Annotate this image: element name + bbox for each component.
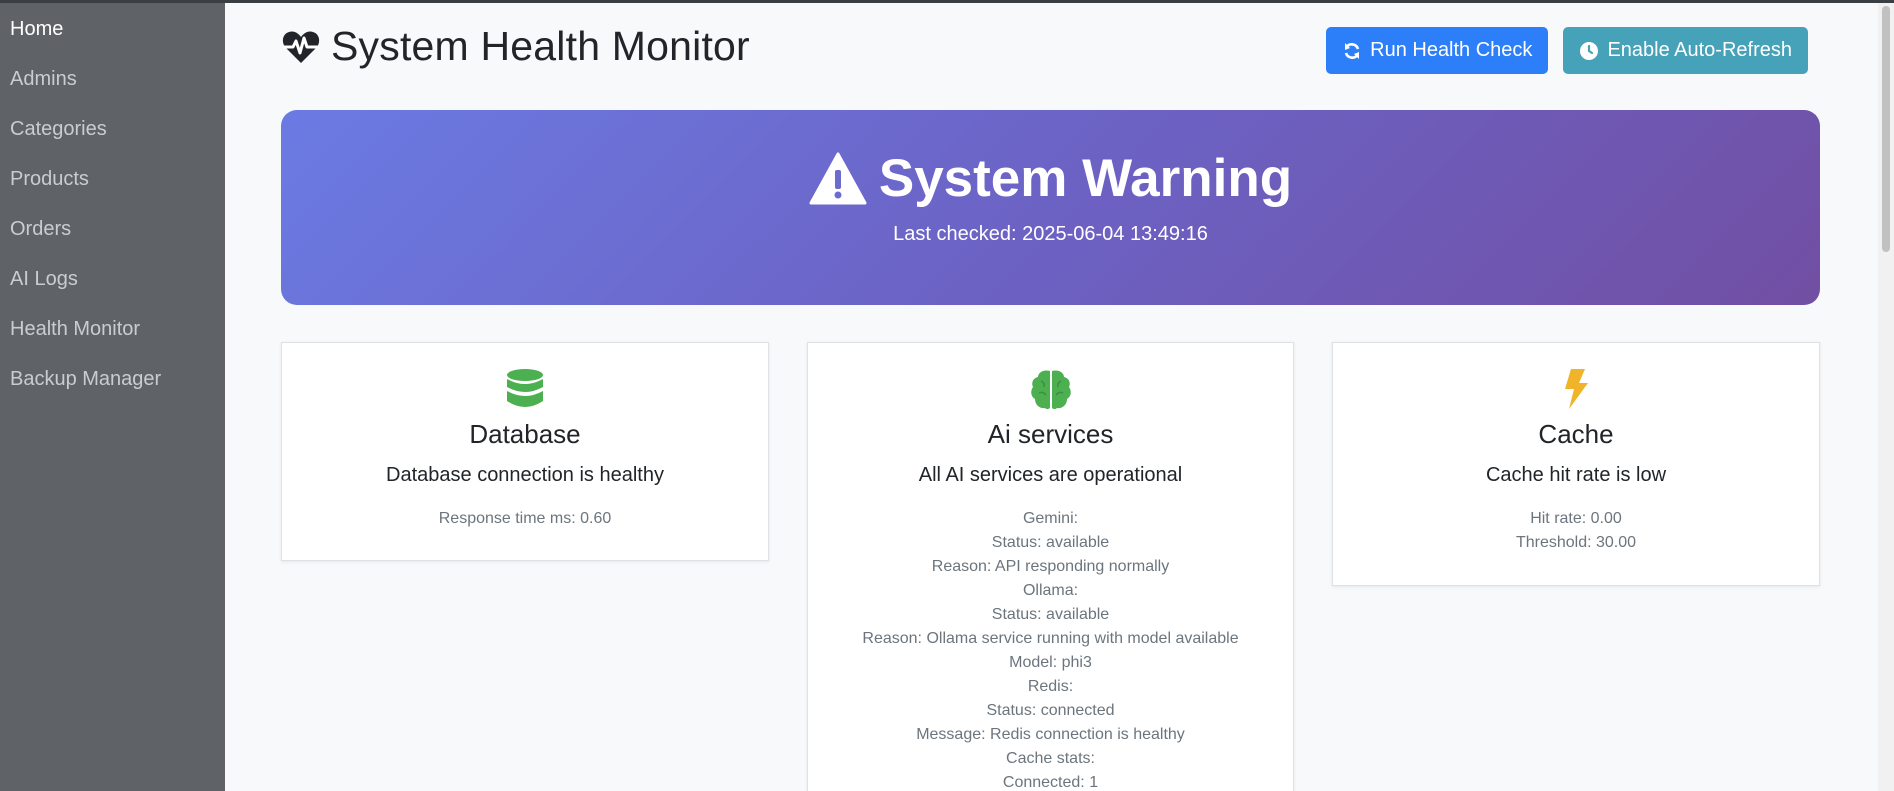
sidebar-item-health-monitor[interactable]: Health Monitor xyxy=(0,314,225,364)
banner-title: System Warning xyxy=(878,149,1293,208)
page-title: System Health Monitor xyxy=(331,23,750,69)
detail-line: Status: connected xyxy=(986,702,1115,719)
detail-line: Message: Redis connection is healthy xyxy=(916,726,1185,743)
detail-line: Ollama: xyxy=(1022,582,1079,599)
sidebar: Home Admins Categories Products Orders A… xyxy=(0,0,225,791)
brain-icon xyxy=(1030,370,1071,410)
detail-line: Status: available xyxy=(991,606,1110,623)
page-scrollbar[interactable] xyxy=(1878,0,1894,791)
sidebar-item-categories[interactable]: Categories xyxy=(0,114,225,164)
database-card: Database Database connection is healthy … xyxy=(281,342,769,561)
cache-card: Cache Cache hit rate is low Hit rate: 0.… xyxy=(1332,342,1820,586)
detail-line: Reason: Ollama service running with mode… xyxy=(862,630,1239,647)
status-banner: System Warning Last checked: 2025-06-04 … xyxy=(281,110,1820,305)
run-health-check-button[interactable]: Run Health Check xyxy=(1326,27,1549,74)
database-card-details: Response time ms: 0.60 xyxy=(282,507,768,531)
ai-services-card-details: Gemini: Status: available Reason: API re… xyxy=(808,507,1293,791)
page-header: System Health Monitor xyxy=(281,23,750,70)
enable-auto-refresh-button[interactable]: Enable Auto-Refresh xyxy=(1563,27,1808,74)
clock-icon xyxy=(1580,41,1599,60)
sidebar-item-ai-logs[interactable]: AI Logs xyxy=(0,264,225,314)
last-checked-text: Last checked: 2025-06-04 13:49:16 xyxy=(893,223,1208,245)
main-content: System Health Monitor Run Health Check E… xyxy=(225,3,1878,791)
detail-line: Hit rate: 0.00 xyxy=(1530,510,1622,527)
detail-line: Model: phi3 xyxy=(1009,654,1092,671)
detail-line: Connected: 1 xyxy=(1002,774,1099,791)
ai-services-card-title: Ai services xyxy=(987,419,1114,449)
detail-line: Redis: xyxy=(1027,678,1074,695)
enable-auto-refresh-label: Enable Auto-Refresh xyxy=(1607,39,1792,61)
ai-services-card: Ai services All AI services are operatio… xyxy=(807,342,1294,791)
ai-services-card-message: All AI services are operational xyxy=(918,464,1183,486)
detail-line: Response time ms: 0.60 xyxy=(438,510,612,527)
detail-line: Status: available xyxy=(991,534,1110,551)
cache-card-details: Hit rate: 0.00 Threshold: 30.00 xyxy=(1333,507,1819,555)
run-health-check-label: Run Health Check xyxy=(1370,39,1533,61)
refresh-icon xyxy=(1344,42,1360,59)
bolt-icon xyxy=(1565,369,1588,409)
header-actions: Run Health Check Enable Auto-Refresh xyxy=(1326,27,1808,74)
warning-triangle-icon xyxy=(809,152,867,204)
database-card-message: Database connection is healthy xyxy=(386,464,664,486)
cache-card-title: Cache xyxy=(1538,419,1614,449)
heartbeat-icon xyxy=(282,31,320,63)
sidebar-item-products[interactable]: Products xyxy=(0,164,225,214)
sidebar-item-home[interactable]: Home xyxy=(0,14,225,64)
detail-line: Gemini: xyxy=(1022,510,1079,527)
sidebar-item-backup-manager[interactable]: Backup Manager xyxy=(0,364,225,414)
top-border xyxy=(0,0,1894,3)
sidebar-item-orders[interactable]: Orders xyxy=(0,214,225,264)
detail-line: Threshold: 30.00 xyxy=(1515,534,1637,551)
detail-line: Cache stats: xyxy=(1006,750,1095,767)
database-card-title: Database xyxy=(469,419,581,449)
banner-title-row: System Warning xyxy=(281,148,1820,209)
detail-line: Reason: API responding normally xyxy=(931,558,1170,575)
sidebar-item-admins[interactable]: Admins xyxy=(0,64,225,114)
database-icon xyxy=(507,369,543,407)
cache-card-message: Cache hit rate is low xyxy=(1485,464,1667,486)
scrollbar-thumb[interactable] xyxy=(1882,6,1890,252)
